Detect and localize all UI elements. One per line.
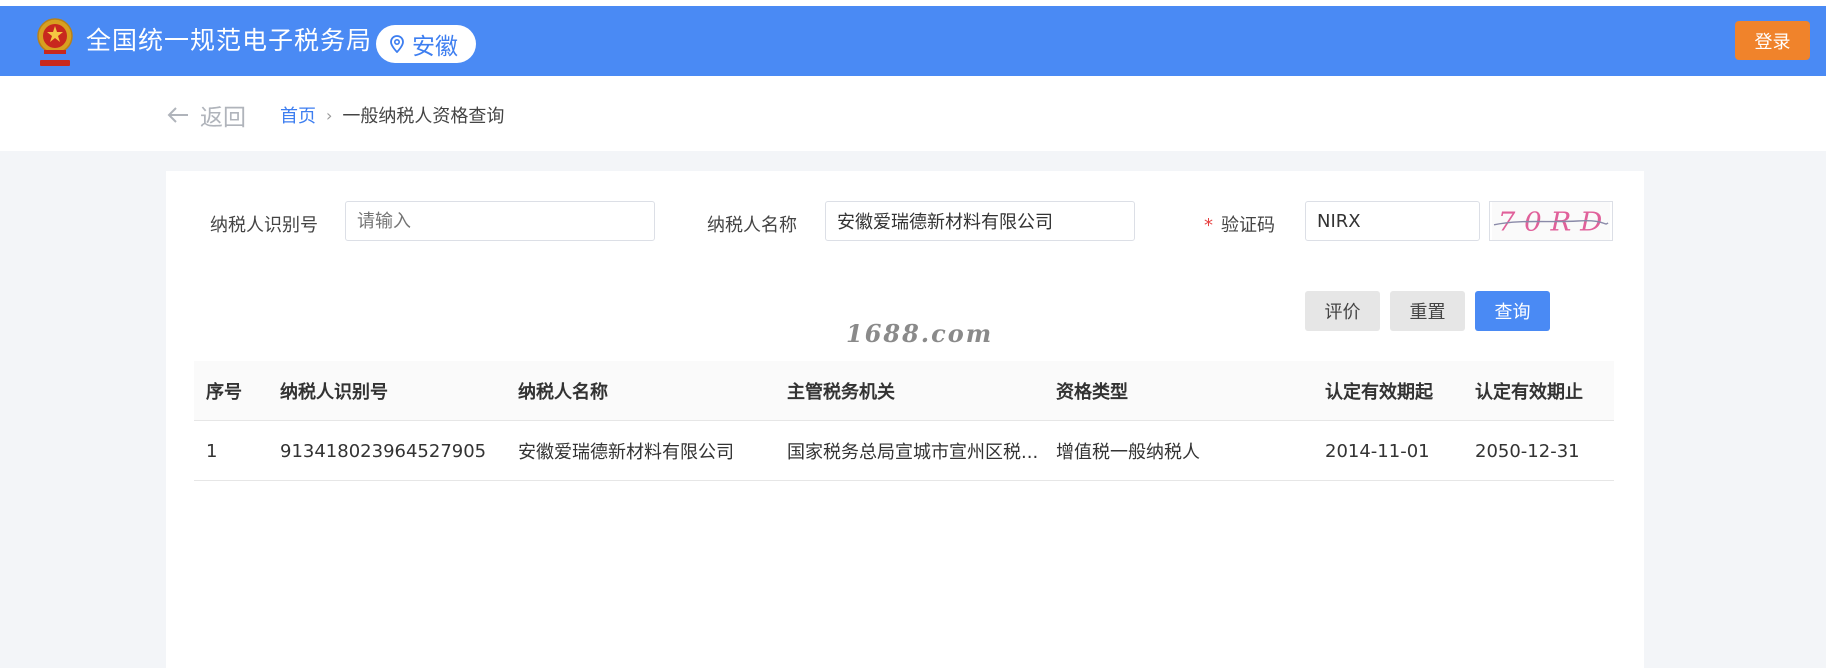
site-title: 全国统一规范电子税务局 xyxy=(86,26,373,55)
back-button[interactable]: 返回 xyxy=(166,98,246,132)
nav-bar: 返回 首页 › 一般纳税人资格查询 xyxy=(0,76,1826,151)
region-selector[interactable]: 安徽 xyxy=(376,25,476,63)
col-header: 纳税人名称 xyxy=(518,382,608,403)
breadcrumb-current: 一般纳税人资格查询 xyxy=(342,106,505,127)
taxpayer-name-value: 安徽爱瑞德新材料有限公司 xyxy=(837,212,1053,233)
reset-button[interactable]: 重置 xyxy=(1390,291,1465,331)
query-card: 纳税人识别号 纳税人名称 安徽爱瑞德新材料有限公司 * 验证码 NIRX 7 0 … xyxy=(166,171,1644,668)
required-mark: * xyxy=(1204,215,1213,236)
col-header: 序号 xyxy=(206,382,242,403)
table-row[interactable]: 1 913418023964527905 安徽爱瑞德新材料有限公司 国家税务总局… xyxy=(194,421,1614,481)
login-button[interactable]: 登录 xyxy=(1735,21,1810,60)
table-cell: 国家税务总局宣城市宣州区税... xyxy=(787,442,1037,463)
breadcrumb-home-link[interactable]: 首页 xyxy=(280,102,316,128)
table-cell: 增值税一般纳税人 xyxy=(1056,442,1200,463)
taxpayer-id-input[interactable] xyxy=(345,201,655,241)
breadcrumb: 首页 › 一般纳税人资格查询 xyxy=(280,102,504,128)
table-cell: 2014-11-01 xyxy=(1325,440,1430,462)
captcha-value: NIRX xyxy=(1317,210,1361,232)
captcha-label-text: 验证码 xyxy=(1221,215,1275,236)
table-header: 序号 纳税人识别号 纳税人名称 主管税务机关 资格类型 认定有效期起 认定有效期… xyxy=(194,361,1614,421)
col-header: 纳税人识别号 xyxy=(280,382,388,403)
col-header: 主管税务机关 xyxy=(787,382,895,403)
col-header: 资格类型 xyxy=(1056,382,1128,403)
taxpayer-name-input[interactable]: 安徽爱瑞德新材料有限公司 xyxy=(825,201,1135,241)
arrow-left-icon xyxy=(167,107,188,123)
location-pin-icon xyxy=(390,35,404,53)
breadcrumb-separator: › xyxy=(326,105,333,125)
col-header: 认定有效期起 xyxy=(1325,382,1433,403)
captcha-label: * 验证码 xyxy=(1204,211,1275,237)
col-header: 认定有效期止 xyxy=(1475,382,1583,403)
back-label: 返回 xyxy=(200,105,246,131)
site-header: 全国统一规范电子税务局 安徽 登录 xyxy=(0,6,1826,76)
table-cell: 2050-12-31 xyxy=(1475,440,1580,462)
national-emblem-icon xyxy=(37,18,73,66)
taxpayer-id-label: 纳税人识别号 xyxy=(210,215,318,236)
result-table: 序号 纳税人识别号 纳税人名称 主管税务机关 资格类型 认定有效期起 认定有效期… xyxy=(194,361,1614,481)
region-name: 安徽 xyxy=(412,34,458,60)
table-cell: 913418023964527905 xyxy=(280,440,487,462)
table-cell: 安徽爱瑞德新材料有限公司 xyxy=(518,442,734,463)
evaluate-button[interactable]: 评价 xyxy=(1305,291,1380,331)
table-cell: 1 xyxy=(206,440,218,462)
watermark: 1688.com xyxy=(846,319,994,348)
query-button[interactable]: 查询 xyxy=(1475,291,1550,331)
taxpayer-name-label: 纳税人名称 xyxy=(707,215,797,236)
captcha-image[interactable]: 7 0 R D xyxy=(1489,201,1613,241)
captcha-input[interactable]: NIRX xyxy=(1305,201,1480,241)
